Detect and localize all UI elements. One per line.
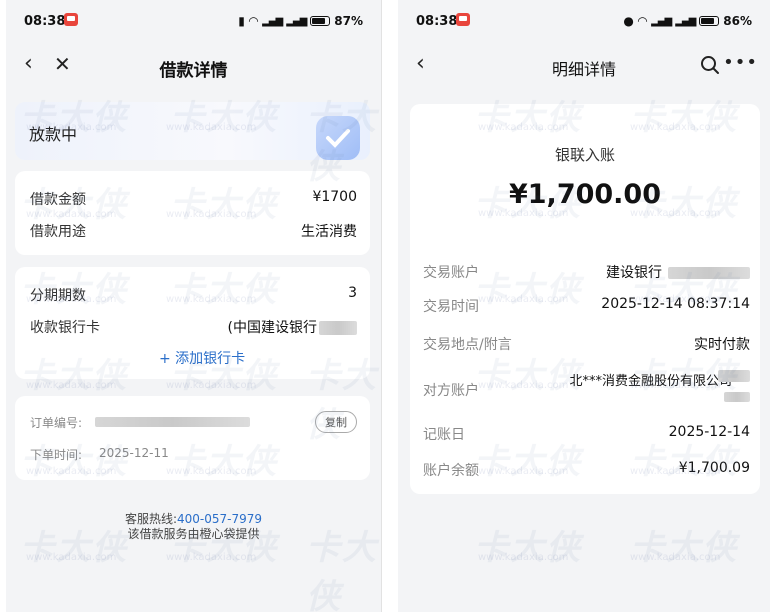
account-value: 建设银行 xyxy=(606,262,750,282)
location-icon: ● xyxy=(623,14,634,28)
watermark-url: www.kadaxia.com xyxy=(26,380,117,391)
signal-2-icon: ▂▄▆ xyxy=(286,15,307,27)
masked-order-number xyxy=(95,417,250,427)
status-indicators: ● ◠ ▂▄▆ ▂▄▆ 86% xyxy=(623,14,752,28)
search-icon[interactable] xyxy=(700,55,720,80)
amount-label: 借款金额 xyxy=(30,192,86,208)
order-card: 订单编号: 复制 下单时间: 2025-12-11 xyxy=(15,396,370,480)
loan-status-text: 放款中 xyxy=(29,125,78,144)
bank-card-label: 收款银行卡 xyxy=(30,320,100,336)
purpose-label: 借款用途 xyxy=(30,224,86,240)
watermark-url: www.kadaxia.com xyxy=(166,380,257,391)
detail-label: 账户余额 xyxy=(423,463,479,479)
loan-info-card: 借款金额 ¥1700 借款用途 生活消费 xyxy=(15,171,370,255)
counterparty-value: 北***消费金融股份有限公司 xyxy=(569,374,732,389)
hotline-line: 客服热线:400-057-7979 xyxy=(6,512,381,527)
battery-percent: 86% xyxy=(723,14,752,28)
battery-icon xyxy=(310,16,331,26)
transaction-type: 银联入账 xyxy=(554,146,615,164)
watermark-url: www.kadaxia.com xyxy=(630,552,721,563)
hotline-number[interactable]: 400-057-7979 xyxy=(177,512,262,526)
detail-label: 记账日 xyxy=(423,427,465,443)
bank-card-name: (中国建设银行 xyxy=(227,320,317,336)
periods-value: 3 xyxy=(348,285,357,301)
detail-label: 交易地点/附言 xyxy=(423,337,512,353)
service-footer: 客服热线:400-057-7979 该借款服务由橙心袋提供 xyxy=(6,512,381,542)
detail-label: 对方账户 xyxy=(423,383,479,399)
status-indicators: ▮ ◠ ▂▄▆ ▂▄▆ 87% xyxy=(238,14,363,28)
transaction-detail-screen: 08:38 ● ◠ ▂▄▆ ▂▄▆ 86% ‹ 明细详情 ••• 银联入账 ¥1… xyxy=(398,0,770,612)
nav-bar: ‹ ✕ 借款详情 xyxy=(6,44,381,88)
hotline-label: 客服热线: xyxy=(124,512,178,526)
loan-status-card: 放款中 xyxy=(15,102,370,160)
battery-percent: 87% xyxy=(334,14,363,28)
masked-account-number xyxy=(668,267,750,279)
wifi-icon: ◠ xyxy=(637,14,648,28)
masked-counterparty-line2 xyxy=(724,392,750,402)
order-time-value: 2025-12-11 xyxy=(99,446,169,460)
detail-label: 交易时间 xyxy=(423,299,479,315)
battery-icon xyxy=(699,16,720,26)
status-time: 08:38 xyxy=(416,14,458,29)
transaction-amount: ¥1,700.00 xyxy=(508,179,662,210)
masked-counterparty xyxy=(718,370,750,382)
provider-text: 该借款服务由橙心袋提供 xyxy=(127,527,260,541)
watermark-url: www.kadaxia.com xyxy=(166,552,257,563)
check-shield-icon xyxy=(316,116,360,160)
posting-date-value: 2025-12-14 xyxy=(668,424,750,440)
amount-value: ¥1700 xyxy=(312,189,357,205)
status-time: 08:38 xyxy=(24,14,66,29)
signal-icon: ▂▄▆ xyxy=(651,15,672,27)
order-number-label: 订单编号: xyxy=(30,416,83,430)
periods-label: 分期期数 xyxy=(30,288,86,304)
copy-button[interactable]: 复制 xyxy=(315,411,357,433)
status-bar: 08:38 ▮ ◠ ▂▄▆ ▂▄▆ 87% xyxy=(6,0,381,38)
message-notification-icon xyxy=(456,13,470,26)
masked-card-number xyxy=(319,321,357,335)
transaction-card: 银联入账 ¥1,700.00 交易账户 建设银行 交易时间 2025-12-14… xyxy=(410,104,760,494)
page-title: 借款详情 xyxy=(159,61,228,81)
watermark: 卡大侠 xyxy=(630,528,738,568)
watermark-url: www.kadaxia.com xyxy=(478,552,569,563)
remark-value: 实时付款 xyxy=(694,337,750,353)
bank-card-value[interactable]: (中国建设银行 xyxy=(228,317,357,337)
loan-detail-screen: 08:38 ▮ ◠ ▂▄▆ ▂▄▆ 87% ‹ ✕ 借款详情 放款中 借款金额 … xyxy=(6,0,382,612)
purpose-value: 生活消费 xyxy=(301,224,357,240)
account-bank: 建设银行 xyxy=(606,265,662,281)
detail-label: 交易账户 xyxy=(423,265,479,281)
status-bar: 08:38 ● ◠ ▂▄▆ ▂▄▆ 86% xyxy=(398,0,770,38)
message-notification-icon xyxy=(64,13,78,26)
watermark-url: www.kadaxia.com xyxy=(26,552,117,563)
nav-bar: ‹ 明细详情 ••• xyxy=(398,44,770,88)
signal-icon: ▂▄▆ xyxy=(262,15,283,27)
transaction-time-value: 2025-12-14 08:37:14 xyxy=(601,296,750,312)
more-icon[interactable]: ••• xyxy=(723,52,758,74)
installment-card: 分期期数 3 收款银行卡 (中国建设银行 + 添加银行卡 xyxy=(15,267,370,379)
add-bank-card-link[interactable]: + 添加银行卡 xyxy=(159,348,245,368)
watermark: 卡大侠 xyxy=(474,528,582,568)
vibrate-icon: ▮ xyxy=(238,14,245,28)
signal-2-icon: ▂▄▆ xyxy=(675,15,696,27)
balance-value: ¥1,700.09 xyxy=(678,460,750,476)
wifi-icon: ◠ xyxy=(248,14,259,28)
order-time-label: 下单时间: xyxy=(30,448,83,462)
